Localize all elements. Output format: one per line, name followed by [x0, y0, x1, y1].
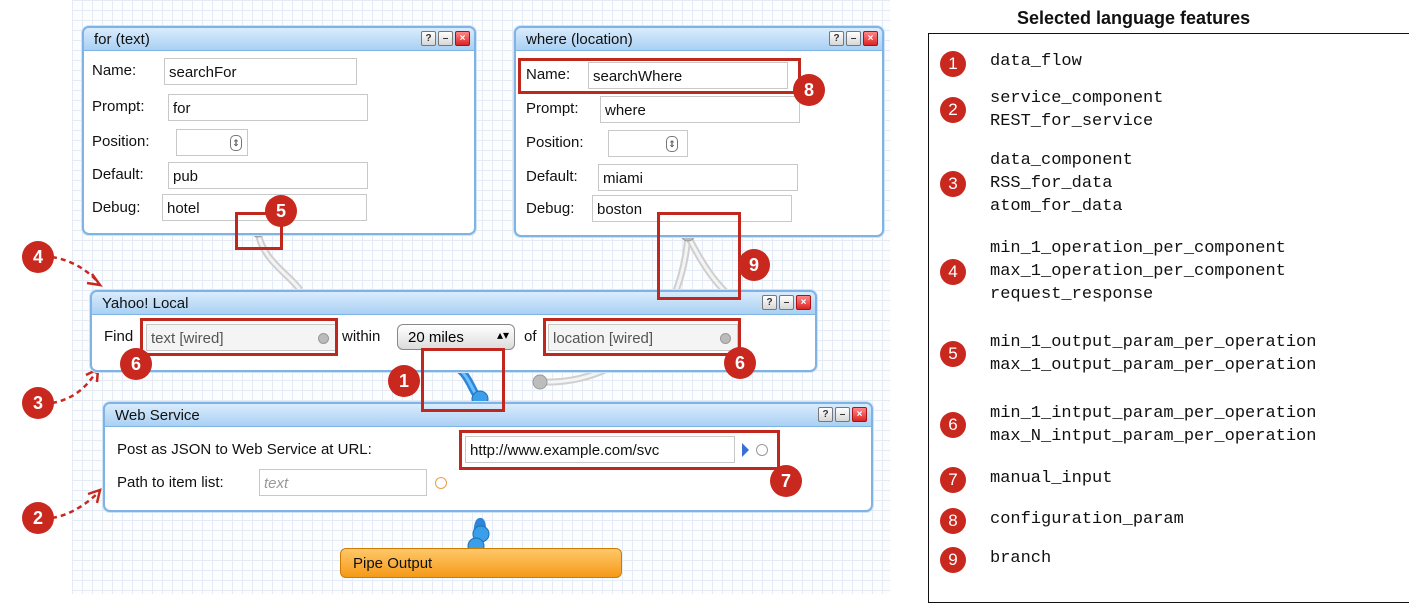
path-terminal-icon[interactable]	[435, 477, 447, 489]
feature-number-badge: 4	[940, 259, 966, 285]
select-arrows-icon: ▴▾	[497, 328, 510, 342]
window-buttons: ? – ×	[421, 31, 470, 46]
name-field[interactable]: searchFor	[164, 58, 357, 85]
arrow-marker-4	[51, 255, 99, 283]
prompt-label: Prompt:	[526, 100, 579, 117]
feature-number-badge: 1	[940, 51, 966, 77]
arrow-marker-3	[51, 371, 98, 405]
feature-text: configuration_param	[990, 510, 1184, 529]
debug-label: Debug:	[92, 199, 141, 216]
highlight-box-6b	[543, 318, 741, 356]
path-label: Path to item list:	[117, 474, 224, 491]
feature-text: data_flow	[990, 52, 1082, 71]
feature-text: service_component REST_for_service	[990, 89, 1164, 131]
feature-text: min_1_operation_per_component max_1_oper…	[990, 239, 1286, 304]
of-label: of	[524, 328, 537, 345]
within-label: within	[342, 328, 381, 345]
feature-text: min_1_output_param_per_operation max_1_o…	[990, 333, 1317, 375]
feature-text: min_1_intput_param_per_operation max_N_i…	[990, 404, 1317, 446]
module-title: Yahoo! Local	[102, 295, 189, 312]
marker-badge: 5	[265, 195, 297, 227]
help-icon[interactable]: ?	[818, 407, 833, 422]
minimize-icon[interactable]: –	[846, 31, 861, 46]
default-label: Default:	[92, 166, 144, 183]
highlight-box-1	[421, 348, 505, 412]
minimize-icon[interactable]: –	[438, 31, 453, 46]
minimize-icon[interactable]: –	[779, 295, 794, 310]
module-title: where (location)	[526, 31, 633, 48]
feature-number-badge: 5	[940, 341, 966, 367]
feature-number-badge: 2	[940, 97, 966, 123]
marker-badge: 9	[738, 249, 770, 281]
help-icon[interactable]: ?	[421, 31, 436, 46]
window-buttons: ? – ×	[829, 31, 878, 46]
prompt-label: Prompt:	[92, 98, 145, 115]
feature-number-badge: 7	[940, 467, 966, 493]
prompt-field[interactable]: for	[168, 94, 368, 121]
highlight-box-7	[459, 430, 780, 470]
close-icon[interactable]: ×	[863, 31, 878, 46]
minimize-icon[interactable]: –	[835, 407, 850, 422]
debug-label: Debug:	[526, 200, 575, 217]
marker-badge: 7	[770, 465, 802, 497]
feature-number-badge: 9	[940, 547, 966, 573]
highlight-box-9	[657, 212, 741, 300]
position-label: Position:	[526, 134, 584, 151]
module-header[interactable]: where (location) ? – ×	[516, 28, 882, 51]
module-title: for (text)	[94, 31, 150, 48]
highlight-box-8	[518, 58, 801, 94]
feature-text: data_component RSS_for_data atom_for_dat…	[990, 151, 1133, 216]
close-icon[interactable]: ×	[852, 407, 867, 422]
marker-badge: 8	[793, 74, 825, 106]
arrow-marker-2	[51, 492, 99, 520]
window-buttons: ? – ×	[818, 407, 867, 422]
module-header[interactable]: for (text) ? – ×	[84, 28, 474, 51]
marker-badge: 6	[724, 347, 756, 379]
default-label: Default:	[526, 168, 578, 185]
feature-number-badge: 8	[940, 508, 966, 534]
marker-badge: 4	[22, 241, 54, 273]
position-stepper-icon[interactable]: ⇕	[666, 136, 678, 152]
features-panel-title: Selected language features	[1017, 8, 1251, 28]
position-label: Position:	[92, 133, 150, 150]
feature-number-badge: 6	[940, 412, 966, 438]
url-label: Post as JSON to Web Service at URL:	[117, 441, 372, 458]
default-field[interactable]: pub	[168, 162, 368, 189]
marker-badge: 1	[388, 365, 420, 397]
find-label: Find	[104, 328, 134, 345]
highlight-box-6a	[140, 318, 338, 356]
marker-badge: 6	[120, 348, 152, 380]
help-icon[interactable]: ?	[762, 295, 777, 310]
prompt-field[interactable]: where	[600, 96, 800, 123]
marker-badge: 3	[22, 387, 54, 419]
pipe-output-title: Pipe Output	[353, 555, 433, 572]
default-field[interactable]: miami	[598, 164, 798, 191]
module-pipe-output[interactable]: Pipe Output	[340, 548, 622, 578]
feature-number-badge: 3	[940, 171, 966, 197]
window-buttons: ? – ×	[762, 295, 811, 310]
path-field[interactable]: text	[259, 469, 427, 496]
terminal-loose-end	[532, 374, 548, 390]
position-stepper-icon[interactable]: ⇕	[230, 135, 242, 151]
help-icon[interactable]: ?	[829, 31, 844, 46]
close-icon[interactable]: ×	[796, 295, 811, 310]
feature-text: manual_input	[990, 469, 1113, 488]
marker-badge: 2	[22, 502, 54, 534]
feature-text: branch	[990, 549, 1052, 568]
close-icon[interactable]: ×	[455, 31, 470, 46]
module-title: Web Service	[115, 407, 200, 424]
name-label: Name:	[92, 62, 137, 79]
